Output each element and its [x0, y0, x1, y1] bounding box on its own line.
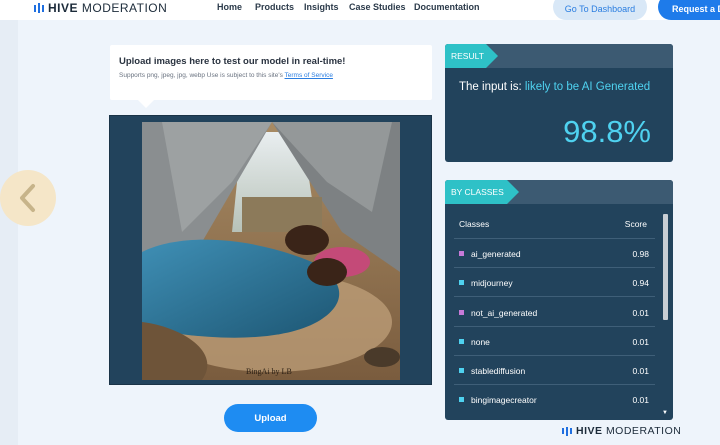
result-statement: The input is: likely to be AI Generated	[459, 81, 651, 93]
row-divider	[454, 384, 655, 385]
request-demo-button[interactable]: Request a D	[658, 0, 720, 20]
hive-logo-icon	[562, 426, 572, 436]
upload-info-box: Upload images here to test our model in …	[110, 45, 432, 108]
upload-button[interactable]: Upload	[224, 404, 317, 432]
logo-text: HIVE MODERATION	[48, 1, 168, 15]
nav-home[interactable]: Home	[217, 2, 242, 12]
nav-case-studies[interactable]: Case Studies	[349, 2, 406, 12]
classes-card: BY CLASSES Classes Score ai_generated 0.…	[445, 180, 673, 420]
image-watermark: BingAi by LB	[246, 367, 292, 376]
class-color-dot	[459, 310, 464, 315]
previous-button[interactable]	[0, 170, 56, 226]
class-color-dot	[459, 280, 464, 285]
class-row: ai_generated 0.98	[459, 249, 649, 259]
result-percentage: 98.8%	[563, 114, 651, 149]
classes-table-header: Classes Score	[459, 219, 659, 229]
row-divider	[454, 326, 655, 327]
upload-subtitle: Supports png, jpeg, jpg, webp Use is sub…	[119, 72, 333, 79]
classes-tag: BY CLASSES	[445, 180, 519, 204]
footer-hive-logo: HIVE MODERATION	[562, 425, 681, 437]
row-divider	[454, 355, 655, 356]
row-divider	[454, 267, 655, 268]
class-row: not_ai_generated 0.01	[459, 308, 649, 318]
scroll-down-icon[interactable]: ▼	[662, 410, 668, 416]
hive-logo-icon	[34, 3, 44, 13]
chevron-left-icon	[20, 184, 35, 212]
row-divider	[454, 238, 655, 239]
classes-scrollbar[interactable]: ▼	[662, 214, 668, 416]
result-verdict: likely to be AI Generated	[524, 81, 651, 93]
nav-insights[interactable]: Insights	[304, 2, 339, 12]
class-color-dot	[459, 251, 464, 256]
class-color-dot	[459, 368, 464, 373]
class-row: none 0.01	[459, 337, 649, 347]
terms-link[interactable]: Terms of Service	[285, 72, 333, 79]
column-classes: Classes	[459, 219, 490, 229]
result-tag: RESULT	[445, 44, 498, 68]
top-header: HIVE MODERATION Home Products Insights C…	[0, 0, 720, 20]
class-color-dot	[459, 397, 464, 402]
footer-logo-text: HIVE MODERATION	[576, 425, 682, 437]
column-score: Score	[624, 219, 647, 229]
nav-documentation[interactable]: Documentation	[414, 2, 480, 12]
class-row: stablediffusion 0.01	[459, 366, 649, 376]
side-panel	[0, 20, 18, 445]
upload-title: Upload images here to test our model in …	[119, 56, 346, 67]
class-color-dot	[459, 339, 464, 344]
scrollbar-thumb[interactable]	[663, 214, 668, 320]
row-divider	[454, 296, 655, 297]
hive-logo[interactable]: HIVE MODERATION	[34, 1, 167, 15]
class-row: bingimagecreator 0.01	[459, 395, 649, 405]
result-card: RESULT The input is: likely to be AI Gen…	[445, 44, 673, 162]
uploaded-image: BingAi by LB	[142, 122, 400, 380]
class-row: midjourney 0.94	[459, 278, 649, 288]
nav-products[interactable]: Products	[255, 2, 294, 12]
go-to-dashboard-button[interactable]: Go To Dashboard	[553, 0, 647, 20]
image-preview-frame: BingAi by LB	[109, 115, 432, 385]
